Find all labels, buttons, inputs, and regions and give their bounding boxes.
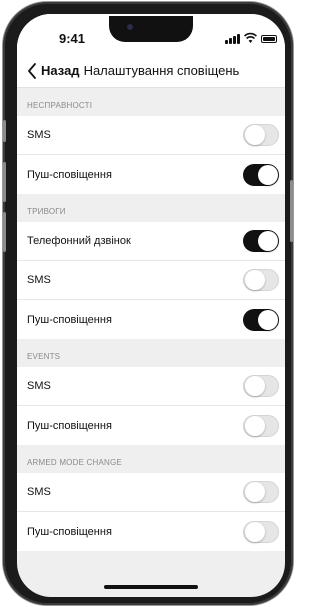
volume-down-button — [3, 212, 6, 252]
toggle-knob — [245, 521, 265, 542]
phone-frame: 9:41 Назад Налаштування сповіщень НЕСПРА… — [3, 2, 293, 605]
row-label: SMS — [27, 486, 51, 498]
row-armed-sms[interactable]: SMS — [17, 473, 285, 512]
toggle-switch[interactable] — [243, 481, 279, 503]
toggle-switch[interactable] — [243, 230, 279, 252]
row-label: SMS — [27, 380, 51, 392]
row-malfunctions-sms[interactable]: SMS — [17, 116, 285, 155]
toggle-knob — [245, 125, 265, 145]
volume-up-button — [3, 162, 6, 202]
chevron-left-icon — [28, 62, 36, 79]
home-indicator[interactable] — [104, 585, 198, 589]
toggle-knob — [245, 270, 265, 290]
toggle-switch[interactable] — [243, 308, 279, 331]
row-malfunctions-push[interactable]: Пуш-сповіщення — [17, 155, 285, 194]
toggle-switch[interactable] — [243, 414, 279, 437]
toggle-switch[interactable] — [243, 163, 279, 186]
row-events-push[interactable]: Пуш-сповіщення — [17, 406, 285, 445]
row-label: Пуш-сповіщення — [27, 525, 112, 538]
settings-list: НЕСПРАВНОСТІ SMS Пуш-сповіщення ТРИВОГИ … — [17, 88, 285, 551]
row-events-sms[interactable]: SMS — [17, 367, 285, 406]
back-button[interactable]: Назад — [27, 62, 80, 79]
row-label: Телефонний дзвінок — [27, 235, 131, 247]
row-label: Пуш-сповіщення — [27, 168, 112, 181]
power-button — [290, 180, 293, 242]
section-header-malfunctions: НЕСПРАВНОСТІ — [17, 88, 285, 116]
section-header-alarms: ТРИВОГИ — [17, 194, 285, 222]
row-alarms-push[interactable]: Пуш-сповіщення — [17, 300, 285, 339]
toggle-knob — [245, 376, 265, 396]
camera-dot — [127, 24, 133, 30]
toggle-switch[interactable] — [243, 269, 279, 291]
back-label: Назад — [41, 63, 80, 78]
toggle-knob — [245, 415, 265, 436]
mute-switch — [3, 120, 6, 142]
dynamic-island — [109, 16, 193, 42]
toggle-switch[interactable] — [243, 375, 279, 397]
row-alarms-phone-call[interactable]: Телефонний дзвінок — [17, 222, 285, 261]
navigation-bar: Назад Налаштування сповіщень — [17, 54, 285, 88]
wifi-icon — [244, 32, 257, 43]
status-time: 9:41 — [59, 31, 86, 46]
row-label: Пуш-сповіщення — [27, 419, 112, 432]
row-label: SMS — [27, 129, 51, 141]
cellular-signal-icon — [225, 34, 241, 44]
toggle-knob — [258, 164, 278, 185]
row-label: SMS — [27, 274, 51, 286]
toggle-switch[interactable] — [243, 520, 279, 543]
row-label: Пуш-сповіщення — [27, 313, 112, 326]
toggle-switch[interactable] — [243, 124, 279, 146]
toggle-knob — [258, 309, 278, 330]
section-header-armed-mode-change: ARMED MODE CHANGE — [17, 445, 285, 473]
row-alarms-sms[interactable]: SMS — [17, 261, 285, 300]
section-header-events: EVENTS — [17, 339, 285, 367]
toggle-knob — [258, 231, 278, 251]
screen: 9:41 Назад Налаштування сповіщень НЕСПРА… — [17, 14, 285, 597]
battery-icon — [261, 35, 277, 43]
page-title: Налаштування сповіщень — [83, 63, 240, 78]
row-armed-push[interactable]: Пуш-сповіщення — [17, 512, 285, 551]
toggle-knob — [245, 482, 265, 502]
